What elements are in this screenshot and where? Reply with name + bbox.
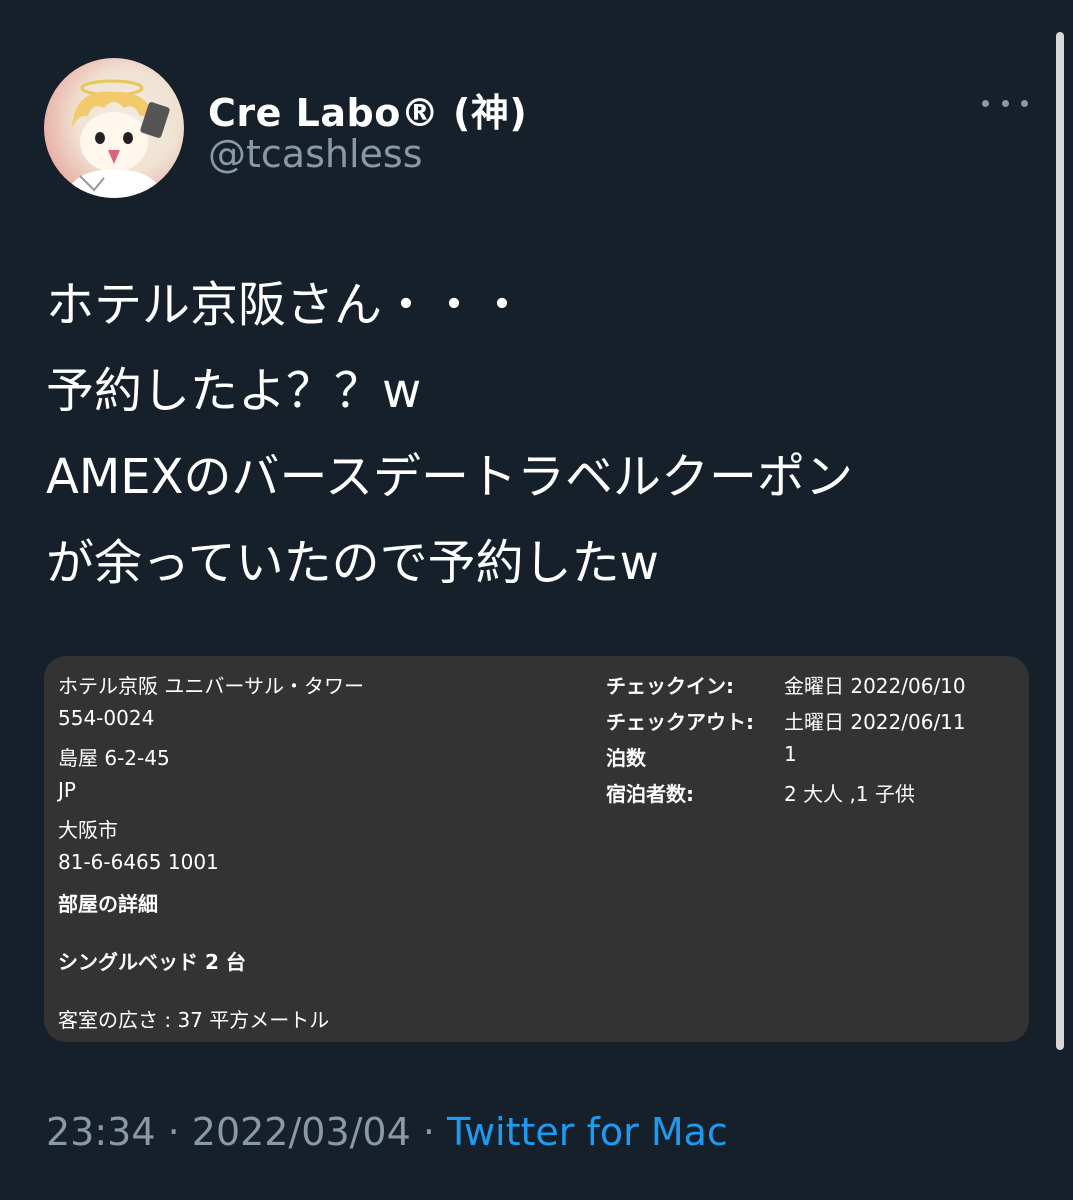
scrollbar[interactable]: [1056, 32, 1064, 1050]
meta-separator: ·: [155, 1110, 192, 1154]
user-handle[interactable]: @tcashless: [208, 132, 423, 176]
phone: 81-6-6465 1001: [58, 850, 219, 874]
room-size: 客室の広さ : 37 平方メートル: [58, 1008, 330, 1032]
checkin-label: チェックイン:: [606, 674, 734, 698]
checkout-value: 土曜日 2022/06/11: [784, 710, 966, 734]
dot: [982, 99, 989, 107]
tweet-text: ホテル京阪さん・・・ 予約したよ？？w AMEXのバースデートラベルクーポン が…: [46, 262, 1036, 606]
more-options-icon[interactable]: [982, 88, 1028, 118]
city: 大阪市: [58, 818, 118, 842]
attached-image-booking-details[interactable]: ホテル京阪 ユニバーサル・タワー 554-0024 島屋 6-2-45 JP 大…: [44, 656, 1029, 1042]
tweet-line: AMEXのバースデートラベルクーポン: [46, 449, 854, 505]
bed-info: シングルベッド 2 台: [58, 950, 246, 974]
guests-value: 2 大人 ,1 子供: [784, 782, 915, 806]
tweet-detail: Cre Labo® (神) @tcashless ホテル京阪さん・・・ 予約した…: [0, 0, 1073, 1200]
nights-label: 泊数: [606, 746, 646, 770]
room-details-heading: 部屋の詳細: [58, 892, 158, 916]
tweet-time[interactable]: 23:34: [46, 1110, 156, 1154]
postal-code: 554-0024: [58, 706, 155, 730]
checkin-value: 金曜日 2022/06/10: [784, 674, 966, 698]
tweet-date[interactable]: 2022/03/04: [192, 1110, 411, 1154]
country: JP: [58, 778, 76, 802]
tweet-meta: 23:34 · 2022/03/04 · Twitter for Mac: [46, 1110, 728, 1154]
nights-value: 1: [784, 742, 797, 766]
avatar-illustration: [64, 79, 170, 198]
checkout-label: チェックアウト:: [606, 710, 754, 734]
dot: [1001, 99, 1009, 107]
tweet-line: ホテル京阪さん・・・: [46, 277, 527, 333]
dot: [1021, 99, 1028, 107]
display-name[interactable]: Cre Labo® (神): [208, 82, 527, 137]
tweet-line: が余っていたので予約したw: [46, 535, 659, 591]
tweet-line: 予約したよ？？w: [46, 363, 422, 419]
hotel-name: ホテル京阪 ユニバーサル・タワー: [58, 674, 364, 698]
guests-label: 宿泊者数:: [606, 782, 694, 806]
address: 島屋 6-2-45: [58, 746, 170, 770]
tweet-source-link[interactable]: Twitter for Mac: [447, 1110, 728, 1154]
meta-separator: ·: [410, 1110, 448, 1154]
avatar[interactable]: [44, 58, 184, 198]
